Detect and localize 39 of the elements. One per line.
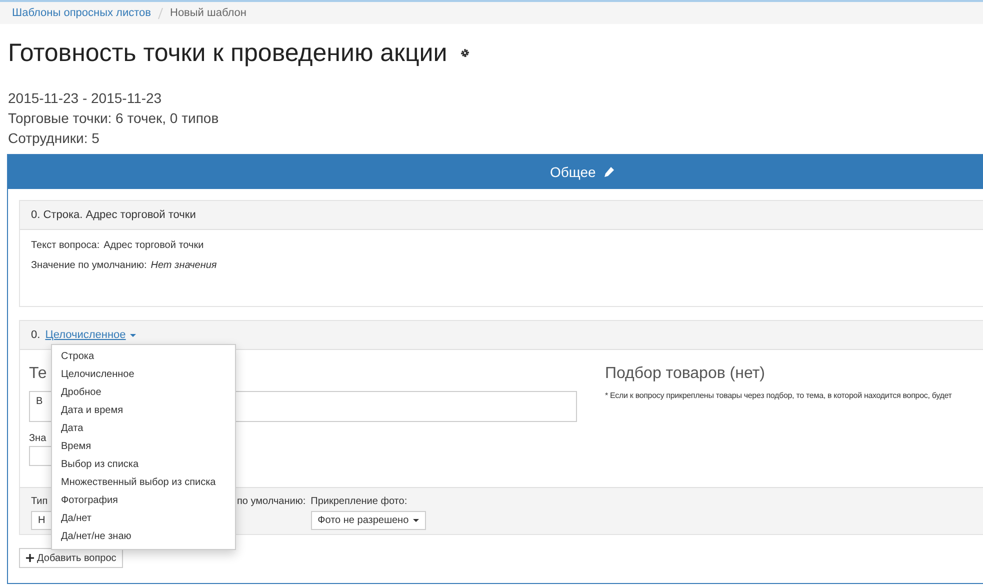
products-note: * Если к вопросу прикреплены товары через подбор, то тема, в которой находится вопрос, будет (605, 391, 953, 400)
menu-item[interactable]: Время (52, 438, 235, 456)
photo-select-button[interactable]: Фото не разрешено (310, 511, 426, 530)
question-header: 0. Строка. Адрес торговой точки (31, 209, 196, 221)
menu-item[interactable]: Дата (52, 420, 235, 438)
field-label: Зна (29, 433, 46, 444)
type-dropdown[interactable]: Целочисленное (45, 329, 136, 341)
menu-item[interactable]: Дата и время (52, 402, 235, 420)
breadcrumb-link[interactable]: Шаблоны опросных листов (12, 7, 151, 19)
menu-item[interactable]: Да/нет (52, 510, 235, 528)
field-value: Нет значения (150, 260, 217, 271)
field-label: Текст вопроса: (31, 240, 100, 251)
menu-item[interactable]: Строка (52, 348, 235, 366)
menu-item[interactable]: Выбор из списка (52, 456, 235, 474)
type-select-button[interactable]: Н (31, 511, 52, 530)
plus-icon (26, 554, 34, 562)
menu-item[interactable]: Целочисленное (52, 366, 235, 384)
question-number: 0. (31, 329, 40, 341)
field-label: Тип (31, 496, 48, 508)
menu-item[interactable]: Множественный выбор из списка (52, 474, 235, 492)
breadcrumb-current: Новый шаблон (170, 7, 246, 19)
products-title: Подбор товаров (нет) (605, 365, 765, 384)
menu-item[interactable]: Да/нет/не знаю (52, 528, 235, 546)
section-title: Общее (550, 164, 596, 180)
field-label: Прикрепление фото: (310, 496, 408, 508)
caret-icon (412, 519, 419, 522)
info-text: Сотрудники: 5 (8, 129, 100, 148)
pencil-icon[interactable] (604, 167, 614, 177)
info-text: Торговые точки: 6 точек, 0 типов (8, 109, 220, 128)
info-text: 2015-11-23 - 2015-11-23 (8, 89, 163, 108)
field-value: Адрес торговой точки (104, 240, 204, 251)
field-label: по умолчанию: (237, 496, 306, 508)
page-title: Готовность точки к проведению акции (8, 38, 448, 68)
add-question-button[interactable]: Добавить вопрос (19, 548, 124, 568)
field-label: Значение по умолчанию: (31, 260, 147, 271)
question-heading: Те (29, 365, 47, 384)
menu-item[interactable]: Фотография (52, 492, 235, 510)
caret-icon (130, 334, 136, 336)
settings-icon[interactable] (461, 49, 470, 57)
